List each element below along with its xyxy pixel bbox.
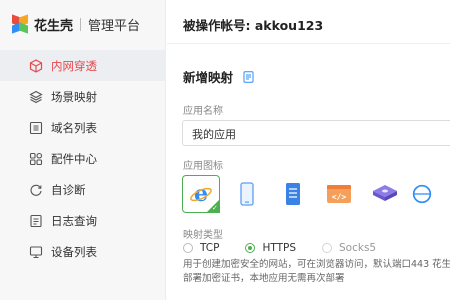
app-icon-option[interactable] [366,175,404,213]
description-line: 部署加密证书，本地应用无需再次部署 [183,273,345,284]
code-window-icon: </> [327,185,351,203]
help-doc-icon[interactable] [243,70,254,83]
refresh-circle-icon [29,183,43,197]
monitor-icon [29,245,43,259]
radio-label: Socks5 [339,242,377,254]
app-name-input[interactable]: 我的应用 [182,120,450,146]
top-header: 被操作帐号: akkou123 [167,0,450,44]
app-icon-label: 应用图标 [183,161,223,172]
document-icon [29,214,43,228]
radio-button[interactable] [322,243,333,253]
mapping-type-socks5[interactable]: Socks5 [322,242,376,254]
sidebar-item-log-query[interactable]: 日志查询 [0,205,166,236]
mapping-type-label: 映射类型 [183,230,223,241]
brand-subtitle: 管理平台 [88,18,141,34]
app-icon-picker: e ✓ </> [182,175,440,213]
app-name-label: 应用名称 [183,106,223,117]
brand-name: 花生壳 [34,18,74,34]
mapping-type-description: 用于创建加密安全的网站，可在浏览器访问，默认端口443 花生壳 部署加密证书，本… [183,258,450,286]
account-label: 被操作帐号: akkou123 [183,18,324,33]
sidebar-item-label: 配件中心 [51,151,97,166]
four-squares-icon [29,152,43,166]
sidebar-item-label: 域名列表 [51,120,97,135]
app-icon-option[interactable]: e ✓ [182,175,220,213]
app-icon-option[interactable] [274,175,312,213]
sidebar-item-label: 日志查询 [51,213,97,228]
grid-square-icon [29,121,43,135]
svg-text:</>: </> [332,193,347,202]
description-line: 用于创建加密安全的网站，可在浏览器访问，默认端口443 花生壳 [183,259,450,270]
brand-divider [80,17,82,31]
sidebar-item-label: 设备列表 [51,244,97,259]
mapping-type-group: TCP HTTPS Socks5 [183,242,402,254]
mapping-type-https[interactable]: HTTPS [245,242,296,254]
radio-button[interactable] [183,243,193,253]
sidebar-item-intranet[interactable]: 内网穿透 [0,50,166,81]
sidebar-item-scene-mapping[interactable]: 场景映射 [0,81,166,112]
tablet-icon [286,183,300,205]
brand[interactable]: 花生壳 管理平台 [10,12,140,36]
sidebar-nav: 内网穿透 场景映射 域名列表 配件中心 自诊断 日志查询 设备列表 [0,50,166,267]
app-icon-option[interactable] [412,175,432,213]
phone-icon [240,182,254,206]
globe-icon [412,184,432,204]
sidebar-item-domain-list[interactable]: 域名列表 [0,112,166,143]
sidebar: 花生壳 管理平台 内网穿透 场景映射 域名列表 配件中心 自诊断 日志查询 设备… [0,0,166,300]
selected-check-icon: ✓ [206,199,220,213]
radio-label: TCP [200,242,220,254]
mapping-type-tcp[interactable]: TCP [183,242,219,254]
sidebar-item-label: 内网穿透 [51,58,97,73]
logo-icon [10,14,28,34]
sidebar-item-self-diagnosis[interactable]: 自诊断 [0,174,166,205]
sidebar-item-label: 场景映射 [51,89,97,104]
app-icon-option[interactable] [228,175,266,213]
sidebar-item-label: 自诊断 [51,182,86,197]
box-icon [29,58,43,73]
server-box-icon [373,185,397,201]
app-icon-option[interactable]: </> [320,175,358,213]
sidebar-item-accessories[interactable]: 配件中心 [0,143,166,174]
radio-label: HTTPS [262,242,297,254]
radio-button-selected[interactable] [245,243,256,253]
sidebar-item-device-list[interactable]: 设备列表 [0,236,166,267]
cube-icon [29,90,43,104]
main-content: 新增映射 应用名称 我的应用 应用图标 e ✓ </> 映射类型 TCP HTT… [167,45,450,300]
section-title-text: 新增映射 [183,70,234,85]
section-title: 新增映射 [183,67,254,86]
